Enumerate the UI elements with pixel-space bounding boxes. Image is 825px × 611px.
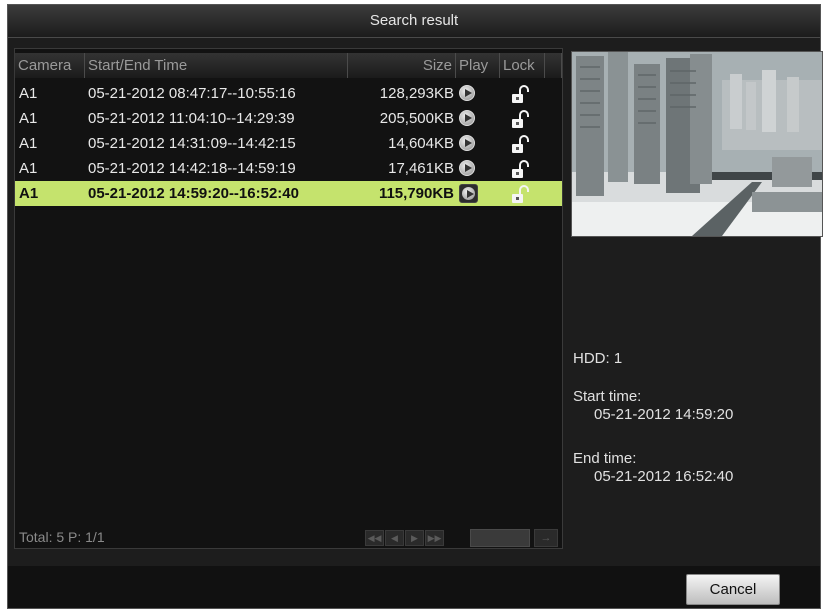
table-row[interactable]: A1 05-21-2012 14:31:09--14:42:15 14,604KB	[15, 131, 562, 156]
end-time-value: 05-21-2012 16:52:40	[594, 468, 734, 485]
table-row[interactable]: A1 05-21-2012 14:42:18--14:59:19 17,461KB	[15, 156, 562, 181]
cell-camera: A1	[19, 185, 39, 202]
unlock-icon[interactable]	[510, 109, 530, 129]
cell-time: 05-21-2012 14:42:18--14:59:19	[88, 160, 296, 177]
start-time-label: Start time:	[573, 388, 642, 405]
column-header-lock[interactable]: Lock	[500, 53, 545, 78]
cell-size: 128,293KB	[379, 85, 454, 102]
unlock-icon[interactable]	[510, 134, 530, 154]
window-title: Search result	[8, 5, 820, 38]
play-icon[interactable]	[459, 184, 478, 203]
play-icon[interactable]	[459, 135, 475, 151]
cell-time: 05-21-2012 11:04:10--14:29:39	[88, 110, 295, 127]
play-icon[interactable]	[459, 110, 475, 126]
next-page-button[interactable]: ▶	[405, 530, 424, 546]
last-page-button[interactable]: ▶▶	[425, 530, 444, 546]
column-header-time[interactable]: Start/End Time	[85, 53, 348, 78]
cell-size: 14,604KB	[388, 135, 454, 152]
column-header-spacer	[545, 53, 562, 78]
table-footer: Total: 5 P: 1/1 ◀◀ ◀ ▶ ▶▶ →	[15, 527, 562, 548]
cell-size: 205,500KB	[379, 110, 454, 127]
table-row[interactable]: A1 05-21-2012 11:04:10--14:29:39 205,500KB	[15, 106, 562, 131]
play-icon[interactable]	[459, 160, 475, 176]
cell-camera: A1	[19, 110, 38, 127]
cell-camera: A1	[19, 160, 38, 177]
unlock-icon[interactable]	[510, 84, 530, 104]
table-row[interactable]: A1 05-21-2012 08:47:17--10:55:16 128,293KB	[15, 81, 562, 106]
play-icon[interactable]	[459, 85, 475, 101]
page-summary: Total: 5 P: 1/1	[19, 529, 105, 545]
unlock-icon[interactable]	[510, 184, 530, 204]
results-panel: Camera Start/End Time Size Play Lock A1 0…	[14, 48, 563, 549]
table-header: Camera Start/End Time Size Play Lock	[15, 53, 562, 78]
cell-time: 05-21-2012 14:59:20--16:52:40	[88, 185, 299, 202]
column-header-size[interactable]: Size	[348, 53, 456, 78]
cell-size: 115,790KB	[378, 185, 454, 202]
column-header-play[interactable]: Play	[456, 53, 500, 78]
column-header-camera[interactable]: Camera	[15, 53, 85, 78]
cell-camera: A1	[19, 85, 38, 102]
bottom-bar: Cancel	[8, 566, 820, 608]
cell-camera: A1	[19, 135, 38, 152]
prev-page-button[interactable]: ◀	[385, 530, 404, 546]
search-result-window: Search result Camera Start/End Time Size…	[7, 4, 823, 609]
unlock-icon[interactable]	[510, 159, 530, 179]
video-preview	[571, 51, 823, 237]
end-time-label: End time:	[573, 450, 637, 467]
cell-time: 05-21-2012 08:47:17--10:55:16	[88, 85, 296, 102]
start-time-value: 05-21-2012 14:59:20	[594, 406, 734, 423]
cell-size: 17,461KB	[388, 160, 454, 177]
table-row[interactable]: A1 05-21-2012 14:59:20--16:52:40 115,790KB	[15, 181, 562, 206]
preview-image	[572, 52, 822, 236]
cancel-button[interactable]: Cancel	[686, 574, 780, 605]
page-number-input[interactable]	[470, 529, 530, 547]
go-to-page-button[interactable]: →	[534, 529, 558, 547]
cell-time: 05-21-2012 14:31:09--14:42:15	[88, 135, 296, 152]
first-page-button[interactable]: ◀◀	[365, 530, 384, 546]
content-area: Camera Start/End Time Size Play Lock A1 0…	[8, 38, 823, 566]
hdd-info: HDD: 1	[573, 350, 623, 367]
